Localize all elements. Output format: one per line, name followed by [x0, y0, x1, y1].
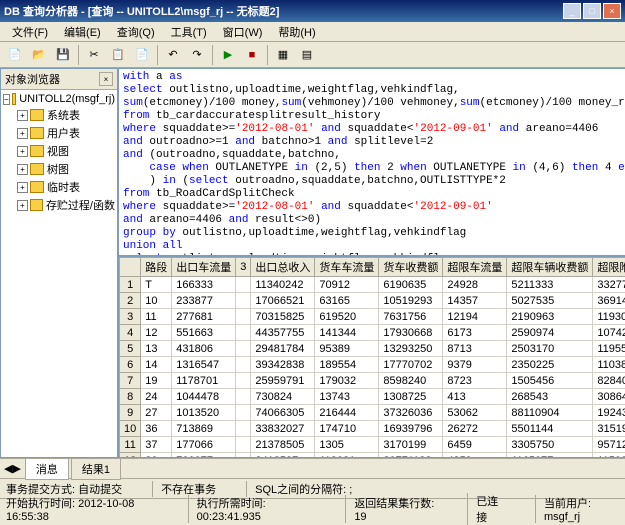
open-icon[interactable]: 📂	[28, 44, 50, 66]
sidebar-close-icon[interactable]: ×	[99, 72, 113, 86]
tab-messages[interactable]: 消息	[25, 458, 69, 480]
grid-icon[interactable]: ▦	[272, 44, 294, 66]
minimize-button[interactable]: _	[563, 3, 581, 19]
sql-editor[interactable]: with a as select outlistno,uploadtime,we…	[119, 69, 625, 255]
table-row[interactable]: 8241044478730824137431308725413268543308…	[120, 389, 625, 405]
status-elapsed: 执行所需时间: 00:23:41.935	[188, 495, 316, 523]
table-row[interactable]: 7191178701259597911790328598240872315054…	[120, 373, 625, 389]
window-title: DB 查询分析器 - [查询 -- UNITOLL2\msgf_rj -- 无标…	[4, 3, 563, 19]
new-icon[interactable]: 📄	[4, 44, 26, 66]
expand-icon[interactable]: +	[17, 182, 28, 193]
menubar: 文件(F) 编辑(E) 查询(Q) 工具(T) 窗口(W) 帮助(H)	[0, 22, 625, 42]
table-row[interactable]: 5134318062948178495389132932508713250317…	[120, 341, 625, 357]
save-icon[interactable]: 💾	[52, 44, 74, 66]
column-header[interactable]: 货车车流量	[315, 258, 379, 277]
tab-result1[interactable]: 结果1	[71, 458, 121, 480]
table-row[interactable]: 3112776817031582561952076317561219421909…	[120, 309, 625, 325]
status-rows: 返回结果集行数: 19	[345, 495, 437, 523]
tree-item[interactable]: +用户表	[17, 124, 115, 142]
column-header[interactable]: 出口总收入	[251, 258, 315, 277]
folder-icon	[30, 163, 44, 175]
stop-icon[interactable]: ■	[241, 44, 263, 66]
database-icon	[12, 93, 17, 105]
folder-icon	[30, 109, 44, 121]
tree-item[interactable]: +系统表	[17, 106, 115, 124]
tree-root[interactable]: − UNITOLL2(msgf_rj)	[3, 92, 115, 106]
folder-icon	[30, 127, 44, 139]
redo-icon[interactable]: ↷	[186, 44, 208, 66]
text-icon[interactable]: ▤	[296, 44, 318, 66]
run-icon[interactable]: ▶	[217, 44, 239, 66]
paste-icon[interactable]: 📄	[131, 44, 153, 66]
table-row[interactable]: 6141316547393428381895541777070293792350…	[120, 357, 625, 373]
status-conn: 已连接	[467, 493, 505, 525]
folder-icon	[30, 145, 44, 157]
tree-item[interactable]: +树图	[17, 160, 115, 178]
table-row[interactable]: 4125516634435775514134417930668617325909…	[120, 325, 625, 341]
collapse-icon[interactable]: −	[3, 94, 10, 105]
folder-icon	[30, 181, 44, 193]
column-header[interactable]: 货车收费额	[379, 258, 443, 277]
menu-file[interactable]: 文件(F)	[4, 22, 56, 42]
table-row[interactable]: 1036713869338320271747101693979626272550…	[120, 421, 625, 437]
column-header[interactable]: 超限附加总额	[593, 258, 625, 277]
close-button[interactable]: ×	[603, 3, 621, 19]
expand-icon[interactable]: +	[17, 200, 28, 211]
expand-icon[interactable]: +	[17, 128, 28, 139]
status-start: 开始执行时间: 2012-10-08 16:55:38	[6, 495, 158, 523]
menu-tools[interactable]: 工具(T)	[163, 22, 215, 42]
toolbar: 📄 📂 💾 ✂ 📋 📄 ↶ ↷ ▶ ■ ▦ ▤	[0, 42, 625, 68]
table-row[interactable]: 1230700077341353711802120771138485911650…	[120, 453, 625, 458]
table-row[interactable]: 1T16633311340242709126190635249285211333…	[120, 277, 625, 293]
tree-view[interactable]: − UNITOLL2(msgf_rj) +系统表+用户表+视图+树图+临时表+存…	[1, 90, 117, 457]
menu-window[interactable]: 窗口(W)	[215, 22, 271, 42]
column-header[interactable]	[120, 258, 141, 277]
maximize-button[interactable]: □	[583, 3, 601, 19]
window-titlebar: DB 查询分析器 - [查询 -- UNITOLL2\msgf_rj -- 无标…	[0, 0, 625, 22]
undo-icon[interactable]: ↶	[162, 44, 184, 66]
column-header[interactable]: 出口车流量	[172, 258, 236, 277]
table-row[interactable]: 2102338771706652163165105192931435750275…	[120, 293, 625, 309]
cut-icon[interactable]: ✂	[83, 44, 105, 66]
menu-query[interactable]: 查询(Q)	[109, 22, 163, 42]
folder-icon	[30, 199, 43, 211]
tree-item[interactable]: +存贮过程/函数	[17, 196, 115, 214]
tree-item[interactable]: +临时表	[17, 178, 115, 196]
tab-nav-icon[interactable]: ◀▶	[4, 462, 21, 475]
statusbar2: 开始执行时间: 2012-10-08 16:55:38 执行所需时间: 00:2…	[0, 498, 625, 518]
tree-item[interactable]: +视图	[17, 142, 115, 160]
column-header[interactable]: 3	[236, 258, 251, 277]
expand-icon[interactable]: +	[17, 146, 28, 157]
sidebar-title: 对象浏览器	[5, 71, 60, 87]
column-header[interactable]: 超限车辆收费额	[507, 258, 593, 277]
menu-help[interactable]: 帮助(H)	[270, 22, 323, 42]
copy-icon[interactable]: 📋	[107, 44, 129, 66]
result-grid[interactable]: 路段出口车流量3出口总收入货车车流量货车收费额超限车流量超限车辆收费额超限附加总…	[119, 255, 625, 457]
status-user: 当前用户: msgf_rj	[535, 495, 619, 523]
table-row[interactable]: 9271013520740663052164443732603653062881…	[120, 405, 625, 421]
result-tabs: ◀▶ 消息 结果1	[0, 458, 625, 478]
expand-icon[interactable]: +	[17, 164, 28, 175]
column-header[interactable]: 超限车流量	[443, 258, 507, 277]
menu-edit[interactable]: 编辑(E)	[56, 22, 109, 42]
column-header[interactable]: 路段	[141, 258, 172, 277]
expand-icon[interactable]: +	[17, 110, 28, 121]
table-row[interactable]: 1137177066213785051305317019964593305750…	[120, 437, 625, 453]
object-browser: 对象浏览器 × − UNITOLL2(msgf_rj) +系统表+用户表+视图+…	[0, 68, 118, 458]
